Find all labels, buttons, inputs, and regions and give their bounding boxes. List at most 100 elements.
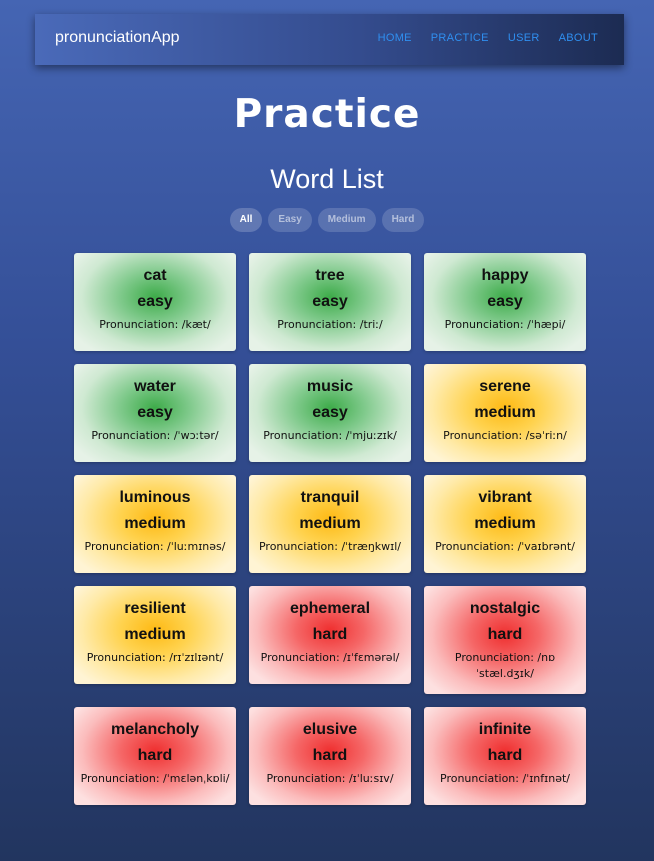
word-text: happy [481, 267, 529, 284]
difficulty-label: hard [487, 747, 523, 764]
word-text: melancholy [110, 721, 200, 738]
nav-links: HOME PRACTICE USER ABOUT [359, 32, 598, 44]
pronunciation-text: Pronunciation: /ˈɪnfɪnət/ [430, 771, 580, 787]
difficulty-label: easy [312, 404, 348, 421]
pronunciation-text: Pronunciation: /ˈvaɪbrənt/ [430, 539, 580, 555]
pronunciation-prefix: Pronunciation: [277, 318, 360, 331]
word-list-title: Word List [270, 164, 384, 194]
pronunciation-prefix: Pronunciation: [454, 651, 538, 664]
pronunciation-text: Pronunciation: /ˈhæpi/ [430, 317, 580, 333]
ipa-transcription: /kæt/ [181, 318, 211, 331]
word-card-elusive[interactable]: elusive hard Pronunciation: /ɪˈluːsɪv/ [249, 707, 411, 805]
word-card-vibrant[interactable]: vibrant medium Pronunciation: /ˈvaɪbrənt/ [424, 475, 586, 573]
word-card-water[interactable]: water easy Pronunciation: /ˈwɔːtər/ [74, 364, 236, 462]
nav-link-practice[interactable]: PRACTICE [431, 32, 489, 44]
word-card-melancholy[interactable]: melancholy hard Pronunciation: /ˈmɛlənˌkɒl… [74, 707, 236, 805]
word-card-music[interactable]: music easy Pronunciation: /ˈmjuːzɪk/ [249, 364, 411, 462]
pronunciation-prefix: Pronunciation: [443, 429, 526, 442]
ipa-transcription: /ˈmɛlənˌkɒli/ [163, 772, 230, 785]
word-card-resilient[interactable]: resilient medium Pronunciation: /rɪˈzɪlɪən… [74, 586, 236, 684]
pronunciation-text: Pronunciation: /ˈmɛlənˌkɒli/ [80, 771, 230, 787]
pronunciation-prefix: Pronunciation: [260, 651, 344, 664]
difficulty-label: hard [312, 626, 348, 643]
word-card-ephemeral[interactable]: ephemeral hard Pronunciation: /ɪˈfɛmərəl/ [249, 586, 411, 684]
ipa-transcription: /ˈluːmɪnəs/ [167, 540, 226, 553]
navbar: pronunciationApp HOME PRACTICE USER ABOU… [35, 14, 624, 65]
pronunciation-prefix: Pronunciation: [444, 318, 528, 331]
pronunciation-prefix: Pronunciation: [91, 429, 174, 442]
word-card-row: water easy Pronunciation: /ˈwɔːtər/music ea… [74, 364, 586, 462]
pronunciation-text: Pronunciation: /ˈmjuːzɪk/ [255, 428, 405, 444]
pronunciation-prefix: Pronunciation: [266, 772, 349, 785]
pronunciation-prefix: Pronunciation: [258, 540, 342, 553]
pronunciation-prefix: Pronunciation: [86, 651, 170, 664]
pronunciation-prefix: Pronunciation: [440, 772, 523, 785]
difficulty-label: easy [312, 293, 348, 310]
word-text: tree [315, 267, 345, 284]
pronunciation-prefix: Pronunciation: [99, 318, 182, 331]
ipa-transcription: /ɪˈfɛmərəl/ [343, 651, 400, 664]
word-text: elusive [302, 721, 358, 738]
pronunciation-text: Pronunciation: /nɒˈstæl.dʒɪk/ [430, 650, 580, 682]
difficulty-label: hard [312, 747, 348, 764]
word-text: serene [479, 378, 531, 395]
difficulty-label: medium [474, 404, 536, 421]
difficulty-filters: All Easy Medium Hard [0, 208, 654, 232]
filter-all-button[interactable]: All [229, 208, 263, 232]
word-card-tranquil[interactable]: tranquil medium Pronunciation: /ˈtræŋkwɪl/ [249, 475, 411, 573]
ipa-transcription: /ɪˈluːsɪv/ [348, 772, 394, 785]
difficulty-label: easy [487, 293, 523, 310]
pronunciation-text: Pronunciation: /ɪˈfɛmərəl/ [255, 650, 405, 666]
word-card-infinite[interactable]: infinite hard Pronunciation: /ˈɪnfɪnət/ [424, 707, 586, 805]
word-card-row: cat easy Pronunciation: /kæt/tree easy Pronu… [74, 253, 586, 351]
ipa-transcription: /triː/ [359, 318, 383, 331]
difficulty-label: medium [124, 515, 186, 532]
filter-easy-button[interactable]: Easy [268, 208, 312, 232]
word-text: luminous [119, 489, 191, 506]
word-text: infinite [478, 721, 532, 738]
filter-hard-button[interactable]: Hard [381, 208, 425, 232]
word-grid: cat easy Pronunciation: /kæt/tree easy Pronu… [74, 253, 586, 818]
word-card-row: melancholy hard Pronunciation: /ˈmɛlənˌkɒl… [74, 707, 586, 805]
pronunciation-text: Pronunciation: /triː/ [255, 317, 405, 333]
pronunciation-text: Pronunciation: /ˈwɔːtər/ [80, 428, 230, 444]
nav-link-user[interactable]: USER [508, 32, 540, 44]
word-card-serene[interactable]: serene medium Pronunciation: /səˈriːn/ [424, 364, 586, 462]
pronunciation-text: Pronunciation: /rɪˈzɪlɪənt/ [80, 650, 230, 666]
word-text: music [306, 378, 354, 395]
word-card-tree[interactable]: tree easy Pronunciation: /triː/ [249, 253, 411, 351]
word-card-luminous[interactable]: luminous medium Pronunciation: /ˈluːmɪnəs/ [74, 475, 236, 573]
difficulty-label: medium [124, 626, 186, 643]
ipa-transcription: /ˈvaɪbrənt/ [517, 540, 575, 553]
app-brand[interactable]: pronunciationApp [55, 29, 180, 47]
pronunciation-text: Pronunciation: /ɪˈluːsɪv/ [255, 771, 405, 787]
word-card-happy[interactable]: happy easy Pronunciation: /ˈhæpi/ [424, 253, 586, 351]
nav-link-home[interactable]: HOME [378, 32, 412, 44]
pronunciation-prefix: Pronunciation: [80, 772, 164, 785]
word-card-nostalgic[interactable]: nostalgic hard Pronunciation: /nɒˈstæl.dʒɪ… [424, 586, 586, 694]
pronunciation-text: Pronunciation: /kæt/ [80, 317, 230, 333]
difficulty-label: medium [299, 515, 361, 532]
difficulty-label: easy [137, 404, 173, 421]
word-card-row: resilient medium Pronunciation: /rɪˈzɪlɪən… [74, 586, 586, 694]
page-title: Practice [233, 92, 421, 137]
word-text: ephemeral [289, 600, 371, 617]
filter-medium-button[interactable]: Medium [317, 208, 376, 232]
word-card-cat[interactable]: cat easy Pronunciation: /kæt/ [74, 253, 236, 351]
pronunciation-text: Pronunciation: /ˈluːmɪnəs/ [80, 539, 230, 555]
ipa-transcription: /ˈɪnfɪnət/ [522, 772, 570, 785]
pronunciation-text: Pronunciation: /səˈriːn/ [430, 428, 580, 444]
word-text: nostalgic [469, 600, 541, 617]
word-text: cat [143, 267, 167, 284]
difficulty-label: easy [137, 293, 173, 310]
ipa-transcription: /ˈtræŋkwɪl/ [341, 540, 402, 553]
pronunciation-prefix: Pronunciation: [263, 429, 346, 442]
word-text: resilient [124, 600, 186, 617]
word-text: vibrant [478, 489, 532, 506]
nav-link-about[interactable]: ABOUT [559, 32, 598, 44]
difficulty-label: hard [487, 626, 523, 643]
ipa-transcription: /səˈriːn/ [525, 429, 567, 442]
ipa-transcription: /rɪˈzɪlɪənt/ [169, 651, 224, 664]
pronunciation-prefix: Pronunciation: [84, 540, 168, 553]
ipa-transcription: /ˈmjuːzɪk/ [345, 429, 397, 442]
